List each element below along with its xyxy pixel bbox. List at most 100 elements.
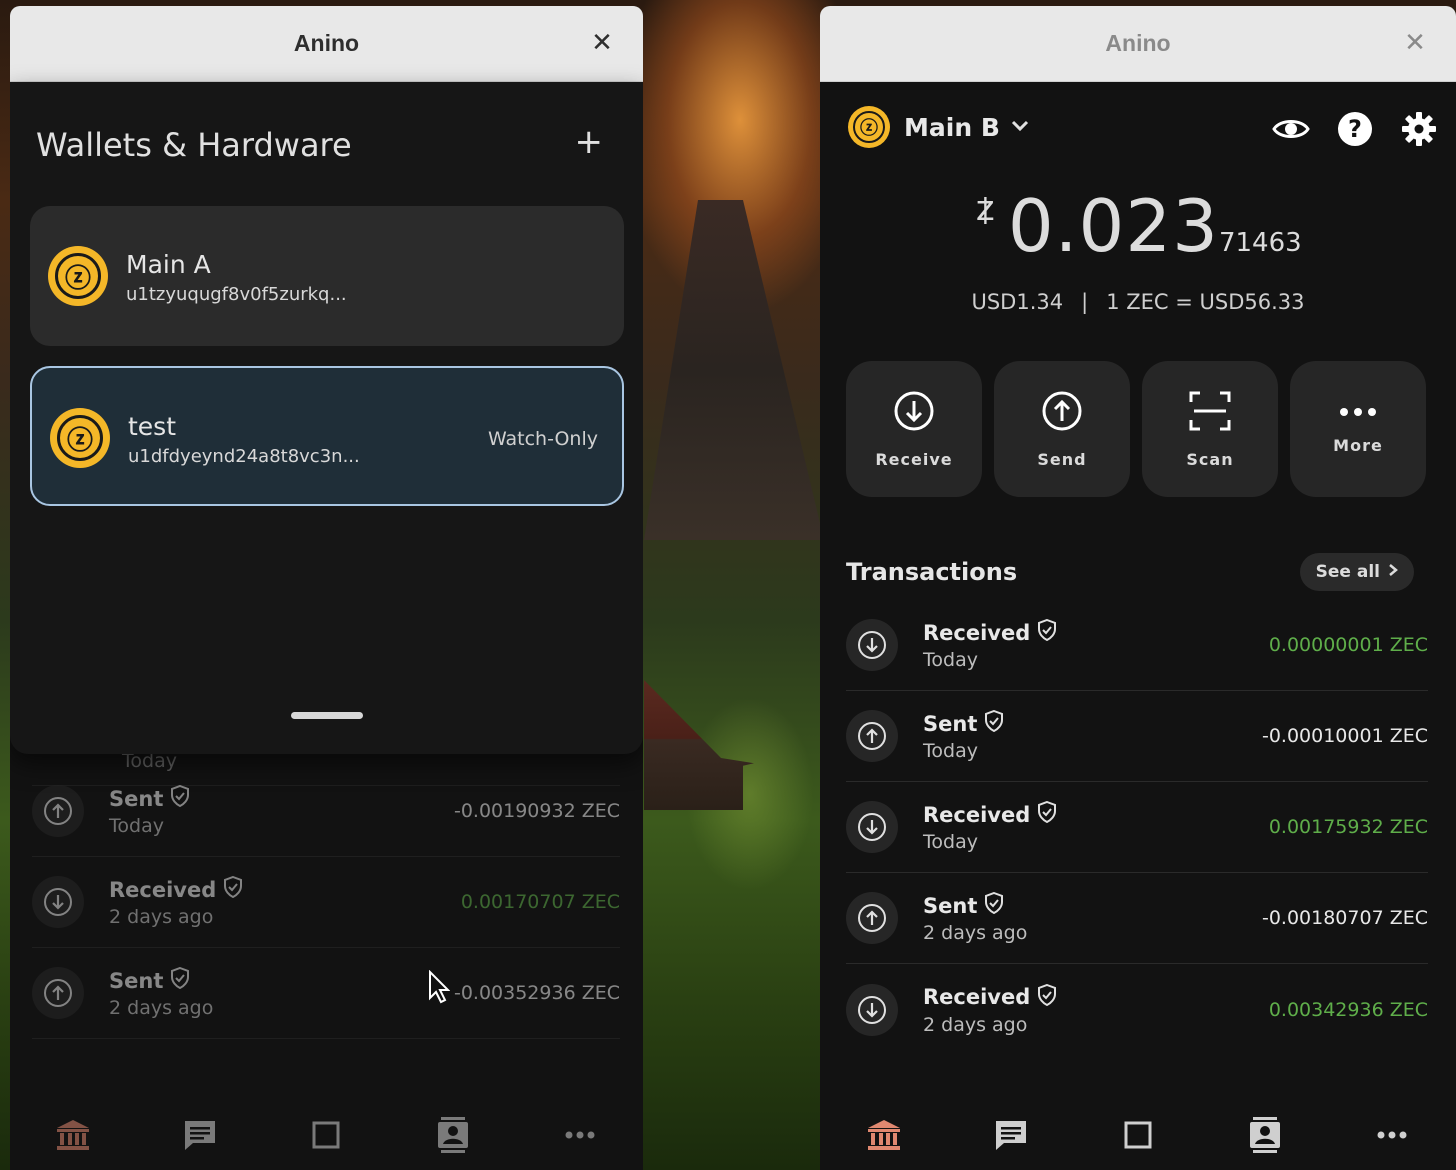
balance-fraction: 71463 [1218,228,1302,258]
tx-amount: -0.00010001 ZEC [1261,725,1428,747]
tx-type: Sent [923,891,1027,919]
eye-icon[interactable] [1272,110,1310,148]
tx-amount: 0.00342936 ZEC [1268,998,1428,1021]
see-all-label: See all [1315,562,1380,582]
transaction-row[interactable]: Received Today 0.00175932 ZEC [846,782,1428,873]
transaction-row[interactable]: Sent Today -0.00010001 ZEC [846,691,1428,782]
more-horizontal-icon[interactable] [550,1110,610,1160]
wallets-sheet: Wallets & Hardware + ⓩ Main A u1tzyuqugf… [10,82,643,754]
close-icon[interactable]: ✕ [587,28,617,58]
tx-type: Received [923,800,1057,828]
tx-amount: -0.00180707 ZEC [1261,907,1428,929]
transaction-row[interactable]: Received 2 days ago 0.00342936 ZEC [846,964,1428,1055]
volcano-scenery [644,200,824,540]
tx-amount: -0.00352936 ZEC [453,982,620,1004]
tx-type: Sent [109,784,190,812]
tx-texts: Sent Today [109,784,190,837]
tx-type-label: Received [923,802,1031,827]
shield-check-icon [985,891,1004,919]
tx-type-label: Received [109,877,217,902]
transaction-row[interactable]: Sent Today -0.00190932 ZEC [32,766,620,857]
sheet-title: Wallets & Hardware [36,126,352,164]
tx-amount: -0.00190932 ZEC [453,800,620,822]
receive-icon [846,801,898,853]
tx-texts: Received Today [923,618,1057,671]
right-transaction-list: Received Today 0.00000001 ZEC Sent Today -0.0… [846,600,1428,1055]
tx-texts: Received Today [923,800,1057,853]
tx-type: Received [923,983,1057,1011]
tx-type: Received [109,875,243,903]
account-name: Main B [904,112,1000,142]
plus-icon[interactable]: + [575,122,604,162]
transaction-row[interactable]: Sent 2 days ago -0.00352936 ZEC [32,948,620,1039]
balance-main: 0.023 [1007,184,1219,268]
fiat-line: USD1.34 | 1 ZEC = USD56.33 [820,290,1456,314]
scan-button[interactable]: Scan [1142,361,1278,497]
zec-symbol: ᙇ [974,192,996,246]
bank-icon[interactable] [43,1110,103,1160]
transaction-row[interactable]: Sent 2 days ago -0.00180707 ZEC [846,873,1428,964]
send-icon [32,967,84,1019]
see-all-button[interactable]: See all [1299,553,1414,591]
tx-type-label: Received [923,985,1031,1009]
transactions-heading: Transactions [846,558,1018,586]
contacts-icon[interactable] [1235,1110,1295,1160]
gear-icon[interactable] [1400,110,1438,148]
tx-type-label: Received [923,620,1031,645]
wallet-name: test [128,412,177,441]
tx-type: Sent [923,709,1004,737]
send-icon [846,710,898,762]
shield-check-icon [1038,800,1057,828]
action-label: More [1333,436,1383,455]
action-buttons: Receive Send Scan More [846,361,1426,497]
send-button[interactable]: Send [994,361,1130,497]
tx-date: 2 days ago [109,997,214,1019]
svg-text:?: ? [1348,115,1362,143]
square-icon[interactable] [296,1110,356,1160]
close-icon[interactable]: ✕ [1400,28,1430,58]
mouse-cursor-icon [428,969,451,1008]
chevron-right-icon [1388,562,1398,582]
receive-button[interactable]: Receive [846,361,982,497]
tx-texts: Sent Today [923,709,1004,762]
wallet-card-test[interactable]: ⓩ test u1dfdyeynd24a8t8vc3n... Watch-Onl… [30,366,624,506]
more-horizontal-icon[interactable] [1362,1110,1422,1160]
fiat-value: USD1.34 [971,290,1064,314]
zcash-logo-icon: ⓩ [48,246,108,306]
fiat-separator: | [1081,290,1089,314]
tx-amount: 0.00170707 ZEC [460,891,620,913]
sheet-drag-handle[interactable] [291,712,363,719]
transaction-row[interactable]: Received 2 days ago 0.00170707 ZEC [32,857,620,948]
transaction-row[interactable]: Received Today 0.00000001 ZEC [846,600,1428,691]
left-titlebar[interactable]: Anino ✕ [10,6,643,82]
send-icon [1041,390,1083,436]
scan-icon [1188,390,1232,436]
tx-type: Received [923,618,1057,646]
wallet-name: Main A [126,250,211,279]
bank-icon[interactable] [854,1110,914,1160]
tx-date: Today [923,740,978,762]
zcash-logo-icon: ⓩ [848,106,890,148]
top-icon-bar: ? [1272,110,1438,148]
contacts-icon[interactable] [423,1110,483,1160]
exchange-rate: 1 ZEC = USD56.33 [1106,290,1305,314]
chat-icon[interactable] [170,1110,230,1160]
more-icon [1338,403,1378,422]
square-icon[interactable] [1108,1110,1168,1160]
help-icon[interactable]: ? [1336,110,1374,148]
account-selector[interactable]: ⓩ Main B [848,106,1030,148]
balance-display: ᙇ 0.02371463 [820,184,1456,268]
tx-texts: Sent 2 days ago [923,891,1027,944]
wallet-card-main-a[interactable]: ⓩ Main A u1tzyuqugf8v0f5zurkq... [30,206,624,346]
window-title: Anino [1105,30,1171,56]
chat-icon[interactable] [981,1110,1041,1160]
right-titlebar[interactable]: Anino ✕ [820,6,1456,82]
wallet-address: u1tzyuqugf8v0f5zurkq... [126,284,347,305]
tx-date: 2 days ago [109,906,214,928]
send-icon [846,892,898,944]
tx-texts: Received 2 days ago [923,983,1057,1036]
tx-type-label: Sent [923,893,978,918]
tx-date: Today [109,815,164,837]
shield-check-icon [171,784,190,812]
more-button[interactable]: More [1290,361,1426,497]
